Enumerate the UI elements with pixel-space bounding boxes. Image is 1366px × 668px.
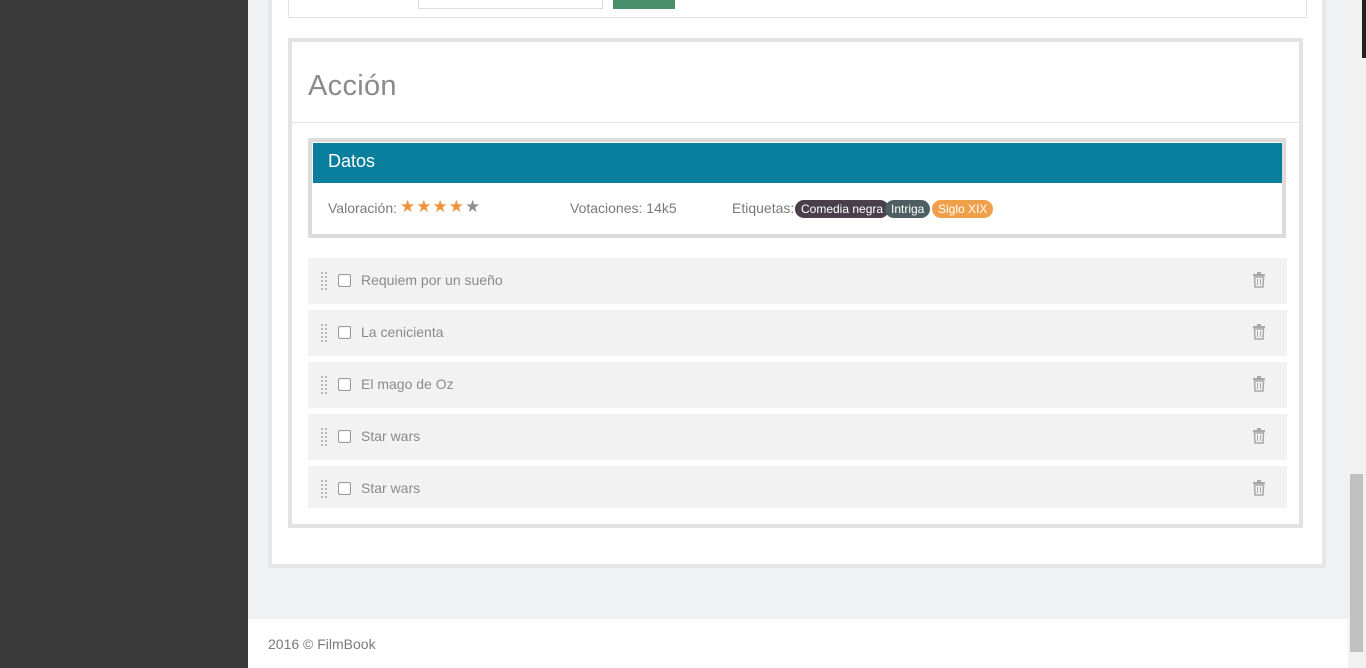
list-item[interactable]: El mago de Oz [308,362,1287,408]
sidebar [0,0,248,668]
section-title: Acción [308,70,397,102]
item-checkbox[interactable] [338,274,351,287]
rating-stars[interactable]: ★★★★★ [400,197,481,217]
tag-badge[interactable]: Comedia negra [795,200,890,218]
scrollbar-thumb[interactable] [1350,474,1363,652]
list-item[interactable]: Requiem por un sueño [308,258,1287,304]
footer-copyright: 2016 © FilmBook [268,636,376,652]
top-submit-button[interactable] [613,0,675,9]
drag-handle-icon[interactable] [320,323,328,343]
datos-header [313,143,1282,183]
footer [248,619,1348,668]
star-icon[interactable]: ★ [400,197,416,216]
trash-icon[interactable] [1253,272,1265,288]
votaciones-label-text: Votaciones: [570,200,643,216]
drag-handle-icon[interactable] [320,479,328,499]
list-item[interactable]: Star wars [308,466,1287,508]
star-icon[interactable]: ★ [416,197,432,216]
votaciones-value: 14k5 [646,200,677,216]
list-item[interactable]: Star wars [308,414,1287,460]
item-checkbox[interactable] [338,326,351,339]
item-label: Star wars [361,480,421,496]
trash-icon[interactable] [1253,428,1265,444]
trash-icon[interactable] [1253,480,1265,496]
tag-badge[interactable]: Siglo XIX [932,200,994,218]
section-divider [292,122,1302,123]
etiquetas-label: Etiquetas: [732,200,795,216]
drag-handle-icon[interactable] [320,375,328,395]
list-item[interactable]: La cenicienta [308,310,1287,356]
item-label: El mago de Oz [361,376,454,392]
item-label: Requiem por un sueño [361,272,503,288]
top-input[interactable] [418,0,603,9]
item-label: Star wars [361,428,421,444]
votaciones-label: Votaciones: 14k5 [570,200,677,216]
item-label: La cenicienta [361,324,444,340]
scrollbar[interactable] [1348,0,1366,668]
valoracion-label: Valoración: [328,200,398,216]
item-checkbox[interactable] [338,378,351,391]
datos-title: Datos [328,151,376,171]
star-icon[interactable]: ★ [465,197,481,216]
item-checkbox[interactable] [338,482,351,495]
window-edge [1362,0,1366,58]
drag-handle-icon[interactable] [320,427,328,447]
star-icon[interactable]: ★ [433,197,449,216]
drag-handle-icon[interactable] [320,271,328,291]
star-icon[interactable]: ★ [449,197,465,216]
item-checkbox[interactable] [338,430,351,443]
trash-icon[interactable] [1253,324,1265,340]
trash-icon[interactable] [1253,376,1265,392]
tag-badge[interactable]: Intriga [885,200,931,218]
